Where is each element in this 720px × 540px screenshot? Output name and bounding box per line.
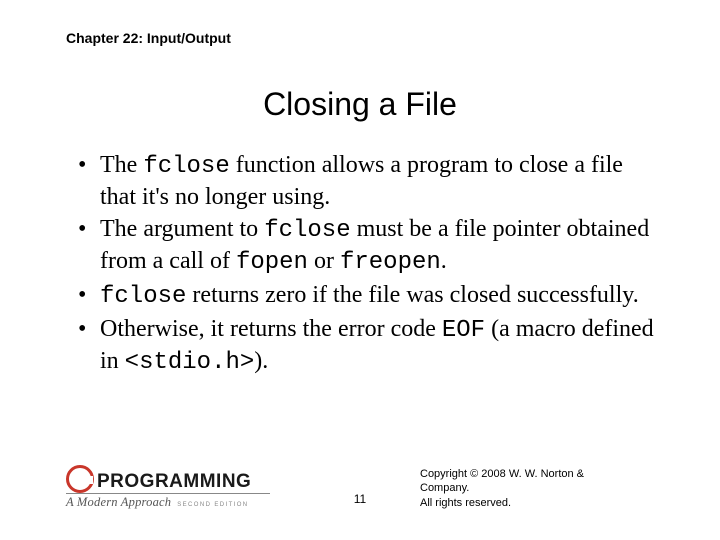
footer: PROGRAMMING A Modern ApproachSECOND EDIT… xyxy=(0,468,720,516)
code-run: freopen xyxy=(340,249,441,276)
bullet-item: • The argument to fclose must be a file … xyxy=(78,214,658,278)
bullet-text: fclose returns zero if the file was clos… xyxy=(100,280,658,312)
copyright: Copyright © 2008 W. W. Norton & Company.… xyxy=(420,467,630,510)
bullet-item: • Otherwise, it returns the error code E… xyxy=(78,314,658,378)
body-text: • The fclose function allows a program t… xyxy=(78,150,658,380)
text-run: The xyxy=(100,152,143,178)
code-run: fclose xyxy=(100,283,186,310)
bullet-text: The fclose function allows a program to … xyxy=(100,150,658,212)
code-run: fopen xyxy=(236,249,308,276)
text-run: The argument to xyxy=(100,216,264,242)
slide-title: Closing a File xyxy=(0,86,720,123)
bullet-marker: • xyxy=(78,314,100,378)
code-run: EOF xyxy=(442,317,485,344)
bullet-item: • fclose returns zero if the file was cl… xyxy=(78,280,658,312)
text-run: or xyxy=(308,248,340,274)
text-run: ). xyxy=(254,348,268,374)
bullet-marker: • xyxy=(78,280,100,312)
slide: Chapter 22: Input/Output Closing a File … xyxy=(0,0,720,540)
bullet-marker: • xyxy=(78,214,100,278)
code-run: fclose xyxy=(264,217,350,244)
logo-word: PROGRAMMING xyxy=(97,471,251,493)
copyright-line: All rights reserved. xyxy=(420,496,630,510)
text-run: Otherwise, it returns the error code xyxy=(100,316,442,342)
text-run: returns zero if the file was closed succ… xyxy=(186,282,638,308)
bullet-text: The argument to fclose must be a file po… xyxy=(100,214,658,278)
text-run: . xyxy=(441,248,447,274)
logo-top-row: PROGRAMMING xyxy=(66,465,270,493)
bullet-item: • The fclose function allows a program t… xyxy=(78,150,658,212)
bullet-text: Otherwise, it returns the error code EOF… xyxy=(100,314,658,378)
copyright-line: Copyright © 2008 W. W. Norton & Company. xyxy=(420,467,630,496)
code-run: <stdio.h> xyxy=(125,349,255,376)
code-run: fclose xyxy=(143,153,229,180)
c-icon xyxy=(66,465,94,493)
chapter-heading: Chapter 22: Input/Output xyxy=(66,30,231,46)
bullet-marker: • xyxy=(78,150,100,212)
